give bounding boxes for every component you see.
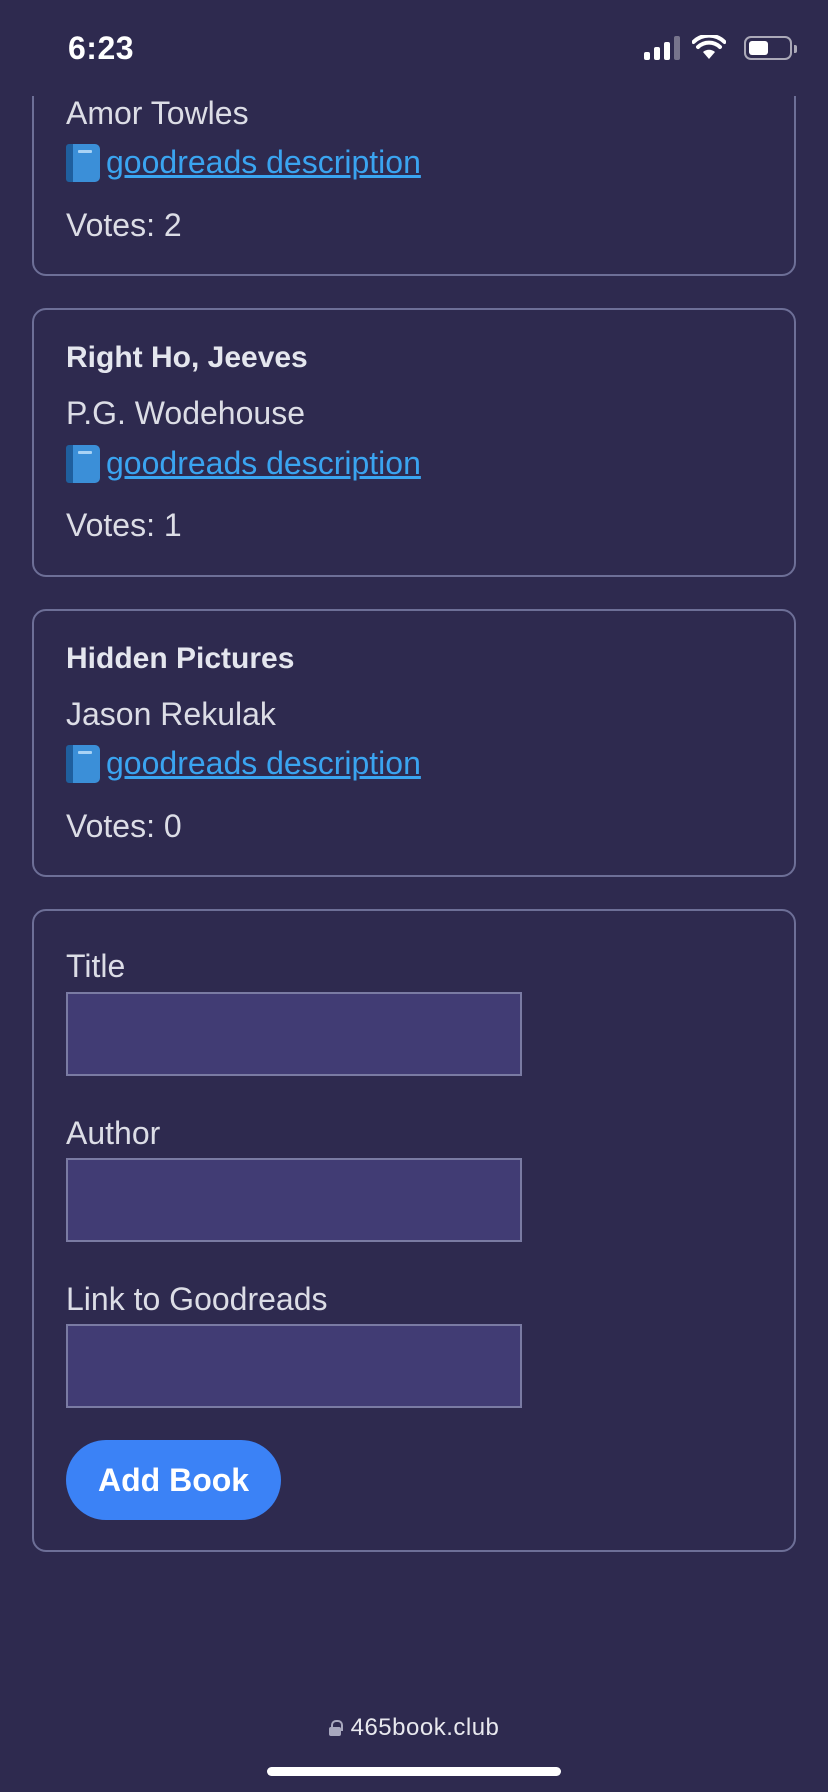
add-book-form: Title Author Link to Goodreads Add Book [32,909,796,1553]
blue-book-icon [66,744,100,783]
url-text: 465book.club [350,1714,500,1741]
vote-count: Votes: 1 [66,507,182,544]
book-author: Jason Rekulak [66,695,276,732]
status-bar: 6:23 [0,0,828,96]
book-title: Right Ho, Jeeves [66,341,308,375]
title-input[interactable] [66,991,522,1076]
book-card: Hidden Pictures Jason Rekulak goodreads … [32,608,796,878]
goodreads-link[interactable]: goodreads description [66,443,421,485]
battery-icon [744,36,797,60]
page-viewport[interactable]: Amor Towles goodreads description Votes:… [0,96,828,1680]
goodreads-link-label: goodreads description [106,144,421,181]
goodreads-link[interactable]: goodreads description [66,142,421,184]
author-input[interactable] [66,1157,522,1242]
lock-icon [328,1720,343,1736]
goodreads-link-input[interactable] [66,1324,522,1409]
author-label: Author [66,1114,161,1151]
book-title: Hidden Pictures [66,641,295,675]
vote-count: Votes: 2 [66,206,182,243]
status-icons [644,35,797,61]
goodreads-link[interactable]: goodreads description [66,743,421,785]
book-author: Amor Towles [66,96,249,131]
battery-level [749,41,768,55]
status-time: 6:23 [68,29,135,66]
goodreads-link-label: goodreads description [106,444,421,481]
book-card: Right Ho, Jeeves P.G. Wodehouse goodread… [32,308,796,577]
vote-count: Votes: 0 [66,807,182,844]
book-author: P.G. Wodehouse [66,395,305,432]
wifi-icon [692,35,726,59]
goodreads-link-label: goodreads description [106,745,421,782]
blue-book-icon [66,444,100,483]
add-book-button[interactable]: Add Book [66,1440,282,1521]
home-indicator[interactable] [267,1767,561,1776]
cellular-signal-icon [644,36,680,60]
blue-book-icon [66,144,100,183]
title-label: Title [66,948,126,985]
book-card: Amor Towles goodreads description Votes:… [32,96,796,277]
address-display[interactable]: 465book.club [328,1714,500,1742]
goodreads-link-label-field: Link to Goodreads [66,1280,328,1317]
book-list: Amor Towles goodreads description Votes:… [32,96,796,1584]
